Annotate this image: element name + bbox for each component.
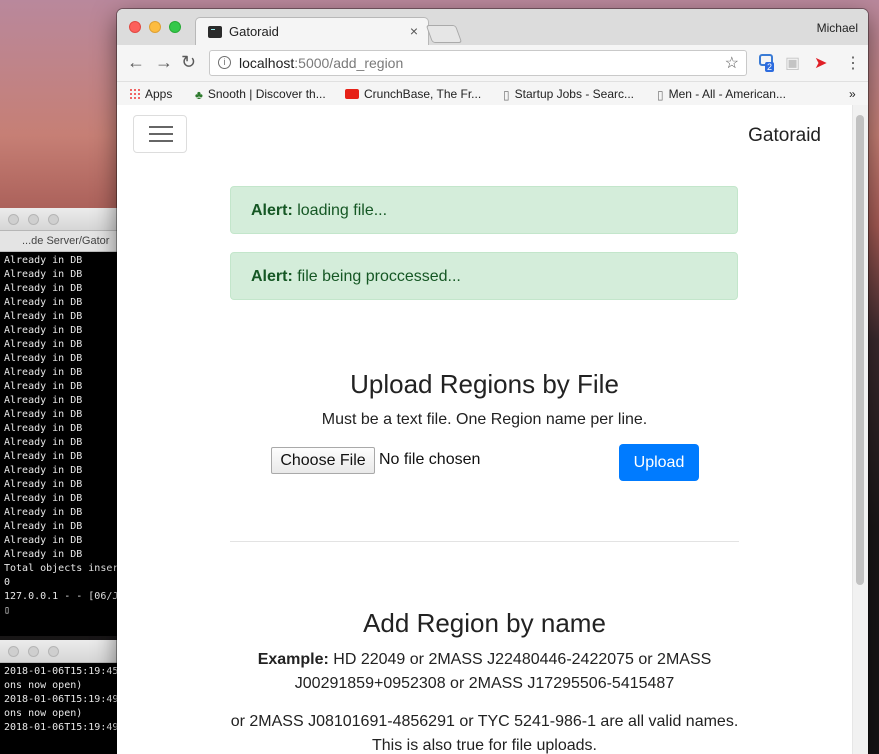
terminal-line: Already in DB [4, 297, 83, 308]
upload-heading: Upload Regions by File [350, 369, 619, 399]
back-arrow-icon[interactable]: ← [127, 53, 145, 71]
navbar-brand[interactable]: Gatoraid [748, 125, 821, 147]
choose-file-button[interactable]: Choose File [271, 447, 375, 474]
terminal-line: Already in DB [4, 451, 83, 462]
camera-icon[interactable]: ▣ [785, 53, 800, 73]
bookmark-snooth[interactable]: ♣ Snooth | Discover th... [195, 87, 326, 102]
add-region-heading: Add Region by name [363, 608, 606, 638]
terminal-line: Already in DB [4, 283, 83, 294]
terminal-window-top: ...de Server/Gator Already in DB Already … [0, 208, 117, 636]
terminal-line: 0 [4, 577, 11, 588]
info-icon[interactable]: i [218, 56, 231, 69]
terminal-line: 2018-01-06T15:19:45 [4, 666, 117, 677]
close-window-icon[interactable] [129, 21, 141, 33]
youtube-icon [345, 89, 359, 99]
terminal-output: Already in DB Already in DB Already in DB A… [0, 252, 117, 620]
terminal-output: 2018-01-06T15:19:45 ons now open) 2018-01-… [0, 663, 117, 737]
hamburger-line-icon [149, 133, 173, 135]
address-bar[interactable]: i localhost:5000/add_region ☆ [209, 50, 747, 76]
page-icon: ▯ [503, 88, 510, 102]
terminal-line: 2018-01-06T15:19:49 [4, 722, 117, 733]
terminal-line: Already in DB [4, 255, 83, 266]
terminal-window-bottom: 2018-01-06T15:19:45 ons now open) 2018-01-… [0, 640, 117, 754]
close-tab-icon[interactable]: × [410, 23, 418, 39]
alert-loading: Alert: loading file... [230, 186, 738, 234]
terminal-titlebar[interactable] [0, 208, 117, 231]
divider [230, 541, 739, 542]
bookmarks-bar: Apps ♣ Snooth | Discover th... CrunchBase… [117, 82, 868, 107]
terminal-line: Already in DB [4, 507, 83, 518]
upload-subtitle: Must be a text file. One Region name per… [321, 411, 648, 428]
terminal-line: Already in DB [4, 437, 83, 448]
bookmark-apps[interactable]: Apps [129, 87, 172, 101]
navbar-toggle-button[interactable] [133, 115, 187, 153]
browser-toolbar: ← → ↻ i localhost:5000/add_region ☆ 2 ▣ … [117, 45, 868, 82]
terminal-line: Already in DB [4, 423, 83, 434]
url-text[interactable]: localhost:5000/add_region [239, 55, 403, 71]
bookmark-star-icon[interactable]: ☆ [725, 53, 739, 73]
menu-dots-icon[interactable]: ⋮ [845, 53, 861, 73]
terminal-line: Already in DB [4, 269, 83, 280]
terminal-line: ons now open) [4, 708, 83, 719]
bookmark-crunchbase[interactable]: CrunchBase, The Fr... [345, 87, 481, 101]
no-file-label: No file chosen [379, 451, 481, 468]
tab-title: Gatoraid [229, 24, 279, 39]
example-paragraph: Example: HD 22049 or 2MASS J22480446-242… [257, 651, 712, 692]
extension-badge: 2 [765, 62, 775, 72]
terminal-line: 2018-01-06T15:19:49 [4, 694, 117, 705]
tab-gatoraid[interactable]: Gatoraid × [195, 17, 429, 46]
minimize-dot-icon[interactable] [28, 214, 39, 225]
valid-names-paragraph: or 2MASS J08101691-4856291 or TYC 5241-9… [230, 713, 739, 754]
terminal-line: Already in DB [4, 521, 83, 532]
reload-icon[interactable]: ↻ [181, 53, 196, 71]
bookmark-startup-jobs[interactable]: ▯ Startup Jobs - Searc... [503, 87, 634, 102]
terminal-line: Already in DB [4, 339, 83, 350]
bookmark-men-all[interactable]: ▯ Men - All - American... [657, 87, 786, 102]
extension-translate-icon[interactable]: 2 [759, 54, 777, 72]
terminal-line: Already in DB [4, 465, 83, 476]
upload-button[interactable]: Upload [619, 444, 699, 481]
terminal-line: Already in DB [4, 549, 83, 560]
bookmarks-overflow-icon[interactable]: » [849, 87, 856, 101]
browser-window: Gatoraid × Michael ← → ↻ i localhost:500… [117, 9, 868, 754]
red-bird-extension-icon[interactable]: ➤ [814, 53, 827, 73]
terminal-line: Already in DB [4, 353, 83, 364]
hamburger-line-icon [149, 126, 173, 128]
terminal-line: Already in DB [4, 409, 83, 420]
terminal-line: 127.0.0.1 - - [06/J [4, 591, 117, 602]
alert-processing: Alert: file being proccessed... [230, 252, 738, 300]
new-tab-button[interactable] [425, 25, 463, 43]
page-icon: ▯ [657, 88, 664, 102]
terminal-titlebar[interactable] [0, 640, 117, 663]
forward-arrow-icon[interactable]: → [155, 53, 173, 71]
terminal-line: Already in DB [4, 493, 83, 504]
zoom-dot-icon[interactable] [48, 646, 59, 657]
page-scrollbar[interactable] [852, 105, 868, 754]
zoom-window-icon[interactable] [169, 21, 181, 33]
page-viewport: Gatoraid Alert: loading file... Alert: f… [117, 105, 868, 754]
scrollbar-thumb[interactable] [856, 115, 864, 585]
terminal-line: ▯ [4, 605, 11, 616]
close-dot-icon[interactable] [8, 646, 19, 657]
terminal-tab[interactable]: ...de Server/Gator [0, 231, 117, 252]
tree-icon: ♣ [195, 88, 203, 102]
terminal-line: Already in DB [4, 395, 83, 406]
terminal-line: Already in DB [4, 325, 83, 336]
zoom-dot-icon[interactable] [48, 214, 59, 225]
terminal-line: Already in DB [4, 311, 83, 322]
terminal-line: Already in DB [4, 535, 83, 546]
tab-strip: Gatoraid × Michael [117, 9, 868, 46]
minimize-dot-icon[interactable] [28, 646, 39, 657]
hamburger-line-icon [149, 140, 173, 142]
terminal-line: Already in DB [4, 479, 83, 490]
terminal-line: Total objects inser [4, 563, 117, 574]
profile-name[interactable]: Michael [817, 21, 858, 35]
minimize-window-icon[interactable] [149, 21, 161, 33]
terminal-line: Already in DB [4, 381, 83, 392]
close-dot-icon[interactable] [8, 214, 19, 225]
terminal-favicon-icon [208, 26, 222, 38]
terminal-line: Already in DB [4, 367, 83, 378]
apps-grid-icon [129, 88, 140, 99]
terminal-line: ons now open) [4, 680, 83, 691]
